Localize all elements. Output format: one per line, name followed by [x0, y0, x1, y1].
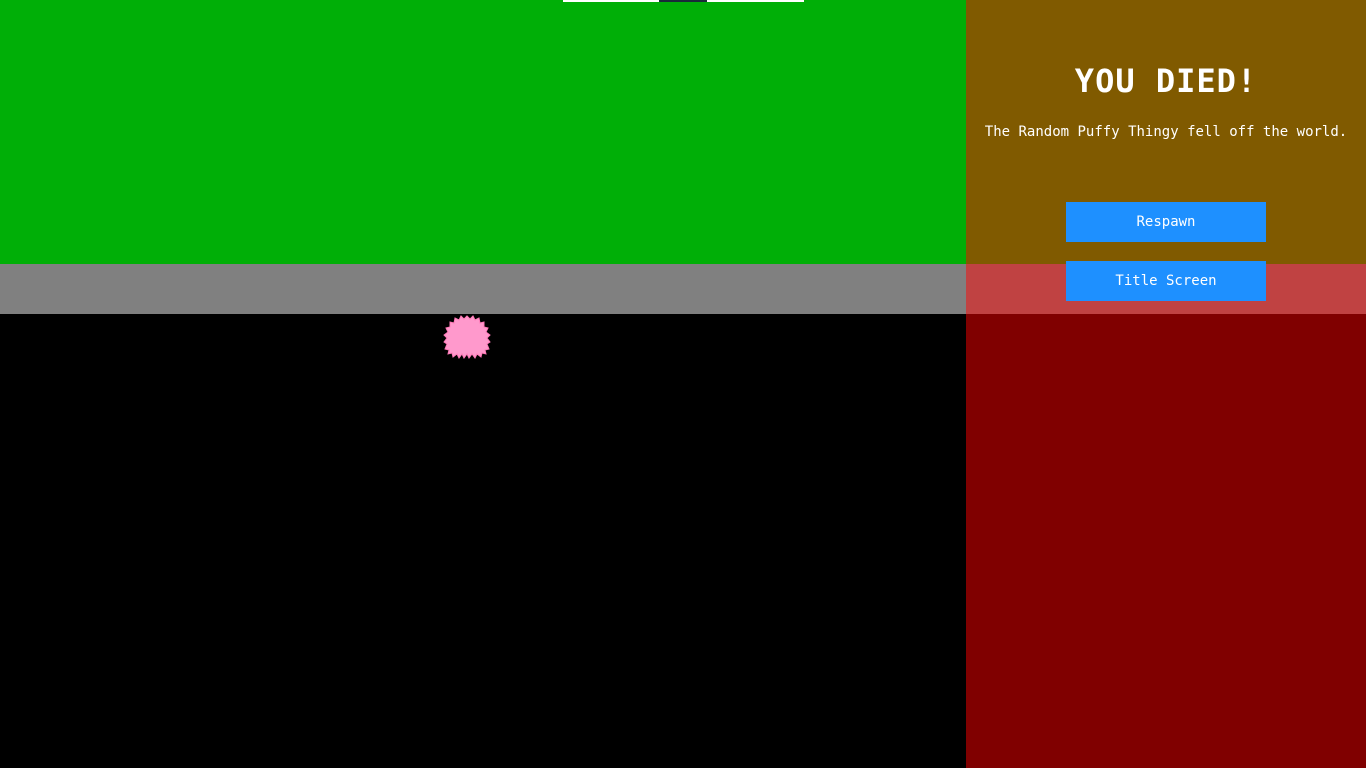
death-message: The Random Puffy Thingy fell off the wor…: [984, 124, 1348, 140]
hotbar-selected-slot: [659, 0, 707, 2]
title-screen-button[interactable]: Title Screen: [1066, 261, 1266, 301]
game-world: YOU DIED! The Random Puffy Thingy fell o…: [0, 0, 1366, 768]
puffy-creature-icon: [443, 315, 491, 359]
hotbar: [563, 0, 804, 2]
respawn-button[interactable]: Respawn: [1066, 202, 1266, 242]
death-overlay: YOU DIED! The Random Puffy Thingy fell o…: [966, 0, 1366, 768]
death-title: YOU DIED!: [1074, 62, 1258, 100]
